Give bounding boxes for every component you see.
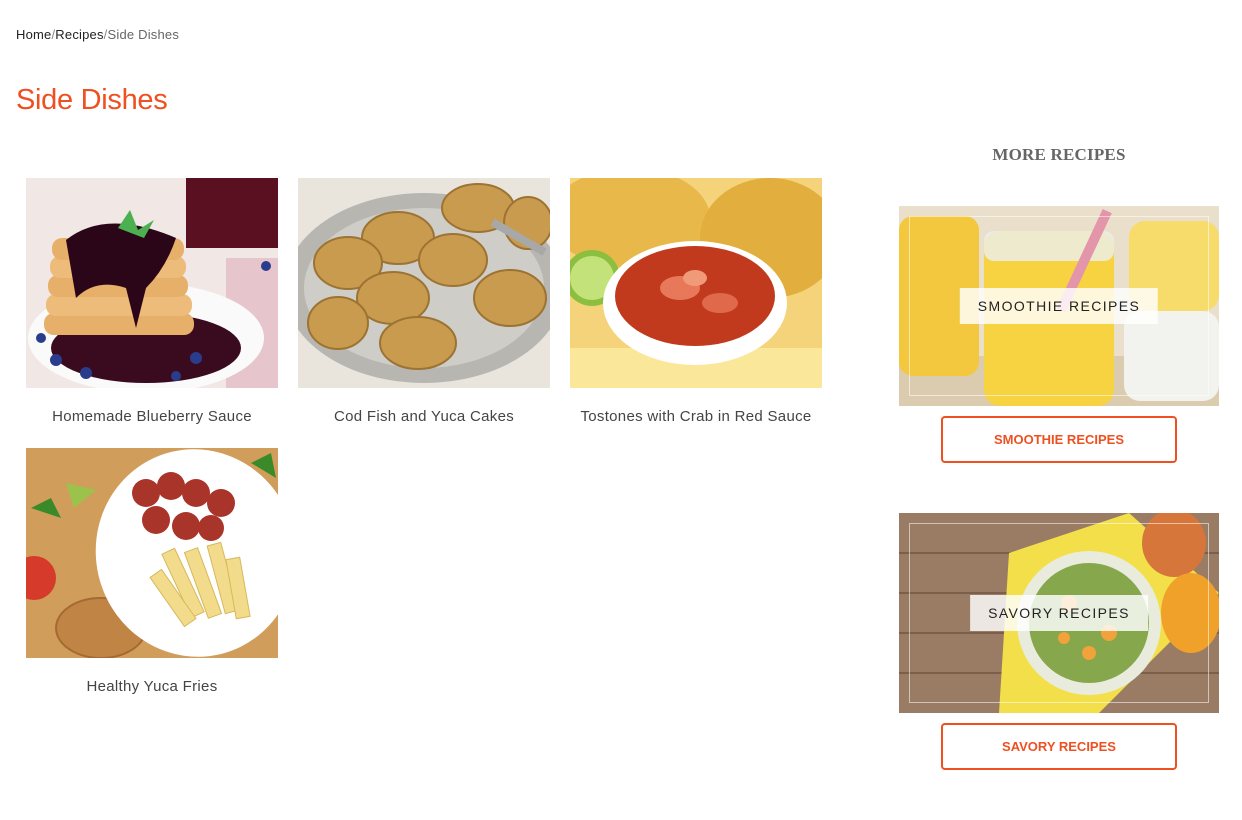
recipe-title[interactable]: Cod Fish and Yuca Cakes (298, 408, 550, 425)
recipe-title[interactable]: Homemade Blueberry Sauce (26, 408, 278, 425)
yuca-fries-image (26, 448, 278, 658)
page-title: Side Dishes (16, 84, 168, 116)
recipe-card-tostones-crab[interactable]: Tostones with Crab in Red Sauce (570, 178, 822, 425)
smoothie-promo-card[interactable]: SMOOTHIE RECIPES (899, 206, 1219, 406)
savory-promo-card[interactable]: SAVORY RECIPES (899, 513, 1219, 713)
breadcrumb-recipes-link[interactable]: Recipes (55, 27, 103, 42)
breadcrumb-current: Side Dishes (107, 27, 180, 42)
fish-cakes-image (298, 178, 550, 388)
recipe-image-blueberry-sauce[interactable] (26, 178, 278, 388)
more-recipes-heading: MORE RECIPES (992, 145, 1126, 164)
recipe-card-blueberry-sauce[interactable]: Homemade Blueberry Sauce (26, 178, 278, 425)
recipe-image-tostones-crab[interactable] (570, 178, 822, 388)
recipe-card-yuca-fries[interactable]: Healthy Yuca Fries (26, 448, 278, 695)
savory-promo-label[interactable]: SAVORY RECIPES (970, 595, 1148, 631)
pancakes-image (26, 178, 278, 388)
recipe-image-yuca-fries[interactable] (26, 448, 278, 658)
tostones-crab-image (570, 178, 822, 388)
smoothie-recipes-button[interactable]: SMOOTHIE RECIPES (941, 416, 1177, 463)
recipe-image-cod-fish-yuca-cakes[interactable] (298, 178, 550, 388)
recipe-title[interactable]: Tostones with Crab in Red Sauce (570, 408, 822, 425)
recipe-title[interactable]: Healthy Yuca Fries (26, 678, 278, 695)
recipe-card-cod-fish-yuca-cakes[interactable]: Cod Fish and Yuca Cakes (298, 178, 550, 425)
savory-recipes-button[interactable]: SAVORY RECIPES (941, 723, 1177, 770)
breadcrumb-home-link[interactable]: Home (16, 27, 51, 42)
breadcrumb: Home/Recipes/Side Dishes (16, 27, 179, 42)
smoothie-promo-label[interactable]: SMOOTHIE RECIPES (959, 288, 1159, 324)
